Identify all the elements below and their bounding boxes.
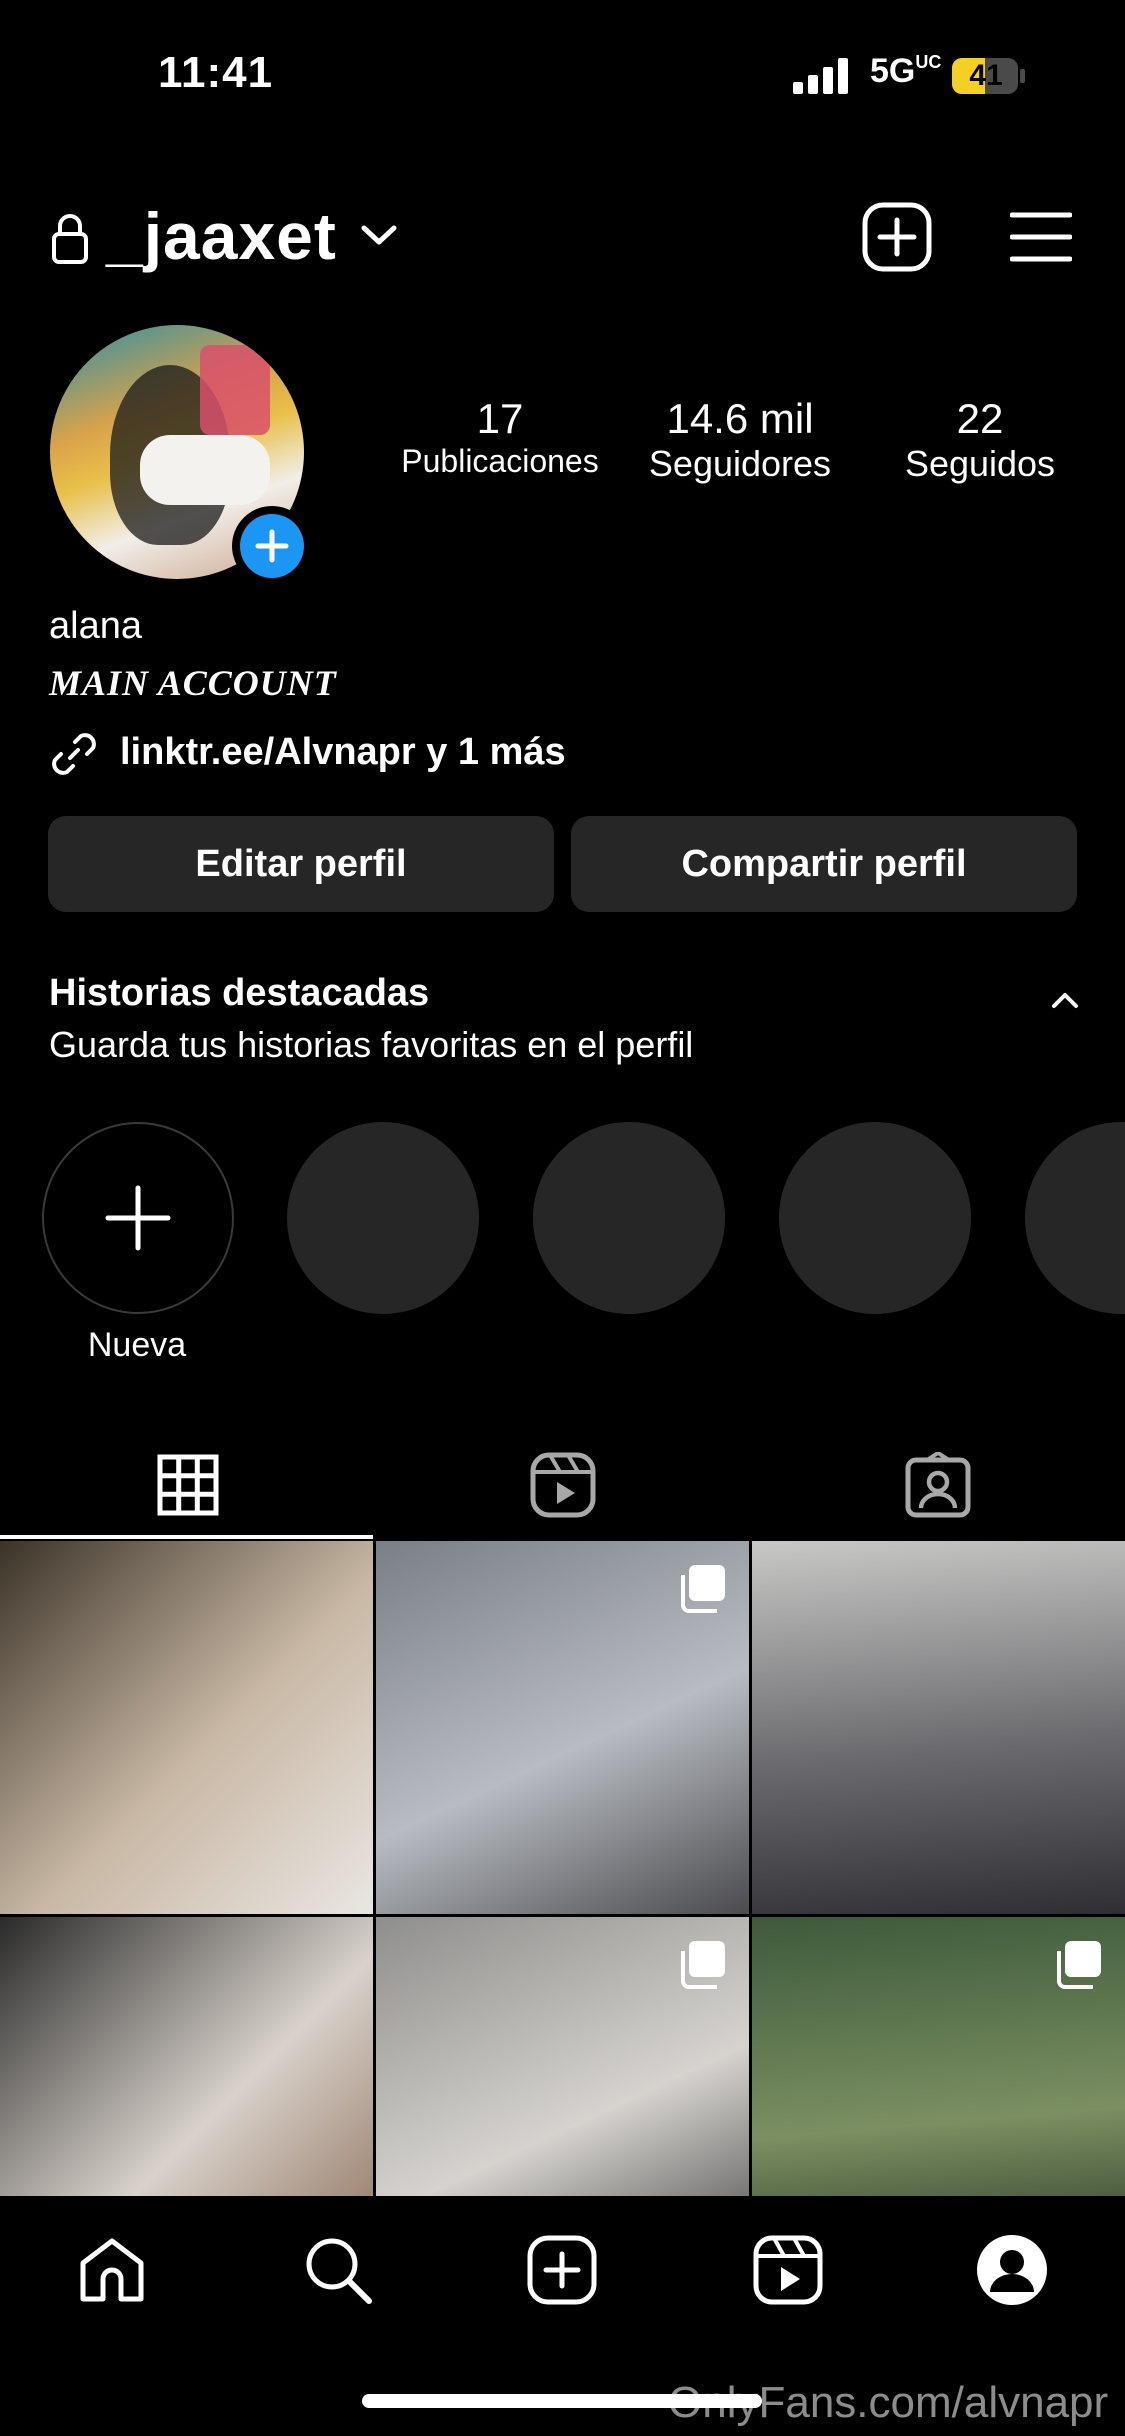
post-tile[interactable] <box>752 1541 1125 1914</box>
tab-tagged[interactable] <box>750 1430 1125 1540</box>
link-icon <box>52 733 96 775</box>
battery-level: 41 <box>969 59 1003 92</box>
chevron-up-icon[interactable] <box>1050 990 1080 1010</box>
highlight-placeholder <box>287 1122 479 1314</box>
reels-icon <box>530 1452 595 1518</box>
active-tab-indicator <box>0 1535 373 1539</box>
carousel-icon <box>681 1941 725 1989</box>
stat-following[interactable]: 22 Seguidos <box>860 395 1100 485</box>
share-profile-button[interactable]: Compartir perfil <box>571 816 1077 912</box>
nav-home[interactable] <box>72 2230 152 2310</box>
post-tile[interactable] <box>376 1541 749 1914</box>
nav-create[interactable] <box>522 2230 602 2310</box>
stat-posts-label: Publicaciones <box>401 443 599 479</box>
menu-icon[interactable] <box>1010 210 1072 264</box>
network-label: 5GUC <box>870 52 941 91</box>
add-story-badge <box>240 514 304 578</box>
lock-icon <box>52 214 88 264</box>
highlight-placeholder <box>779 1122 971 1314</box>
profile-name: alana <box>49 605 142 647</box>
new-highlight-label: Nueva <box>87 1326 187 1364</box>
post-tile[interactable] <box>0 1917 373 2196</box>
tagged-icon <box>905 1452 970 1518</box>
search-icon <box>306 2238 372 2304</box>
post-tile[interactable] <box>376 1917 749 2196</box>
profile-link[interactable]: linktr.ee/Alvnapr y 1 más <box>120 731 566 774</box>
stat-followers-label: Seguidores <box>648 443 832 484</box>
plus-icon <box>105 1185 171 1251</box>
home-icon <box>80 2238 144 2302</box>
tab-grid[interactable] <box>0 1430 375 1540</box>
profile-bio: MAIN ACCOUNT <box>49 663 337 703</box>
network-type: 5G <box>870 52 916 90</box>
highlight-placeholder <box>1025 1122 1125 1314</box>
stat-followers-value: 14.6 mil <box>666 395 814 442</box>
plus-icon <box>255 529 289 563</box>
avatar-art <box>200 345 270 435</box>
avatar-figure-shirt <box>140 435 270 505</box>
network-sup: UC <box>915 52 942 72</box>
stat-posts-value: 17 <box>476 395 524 442</box>
carousel-icon <box>681 1565 725 1613</box>
highlights-title: Historias destacadas <box>49 972 430 1014</box>
nav-search[interactable] <box>298 2230 378 2310</box>
stat-following-label: Seguidos <box>904 443 1056 484</box>
cellular-signal-icon <box>793 58 848 94</box>
stat-followers[interactable]: 14.6 mil Seguidores <box>620 395 860 485</box>
post-tile[interactable] <box>0 1541 373 1914</box>
highlights-subtitle: Guarda tus historias favoritas en el per… <box>49 1024 694 1065</box>
highlight-placeholder <box>533 1122 725 1314</box>
stat-following-value: 22 <box>956 395 1004 442</box>
post-grid <box>0 1541 1125 2196</box>
status-time: 11:41 <box>158 48 274 97</box>
profile-icon <box>977 2235 1047 2305</box>
watermark: OnlyFans.com/alvnapr <box>668 2378 1109 2427</box>
grid-icon <box>157 1454 218 1516</box>
new-highlight-button[interactable] <box>42 1122 234 1314</box>
reels-icon <box>753 2235 823 2305</box>
carousel-icon <box>1057 1941 1101 1989</box>
stat-posts[interactable]: 17 Publicaciones <box>380 395 620 480</box>
battery-icon: 41 <box>951 57 1027 95</box>
nav-profile[interactable] <box>972 2230 1052 2310</box>
tab-reels[interactable] <box>375 1430 750 1540</box>
create-post-icon[interactable] <box>862 202 932 272</box>
edit-profile-button[interactable]: Editar perfil <box>48 816 554 912</box>
username[interactable]: _jaaxet <box>106 198 337 274</box>
add-story-button[interactable] <box>232 506 312 586</box>
nav-reels[interactable] <box>748 2230 828 2310</box>
create-icon <box>527 2235 597 2305</box>
post-tile[interactable] <box>752 1917 1125 2196</box>
chevron-down-icon[interactable] <box>360 222 398 248</box>
